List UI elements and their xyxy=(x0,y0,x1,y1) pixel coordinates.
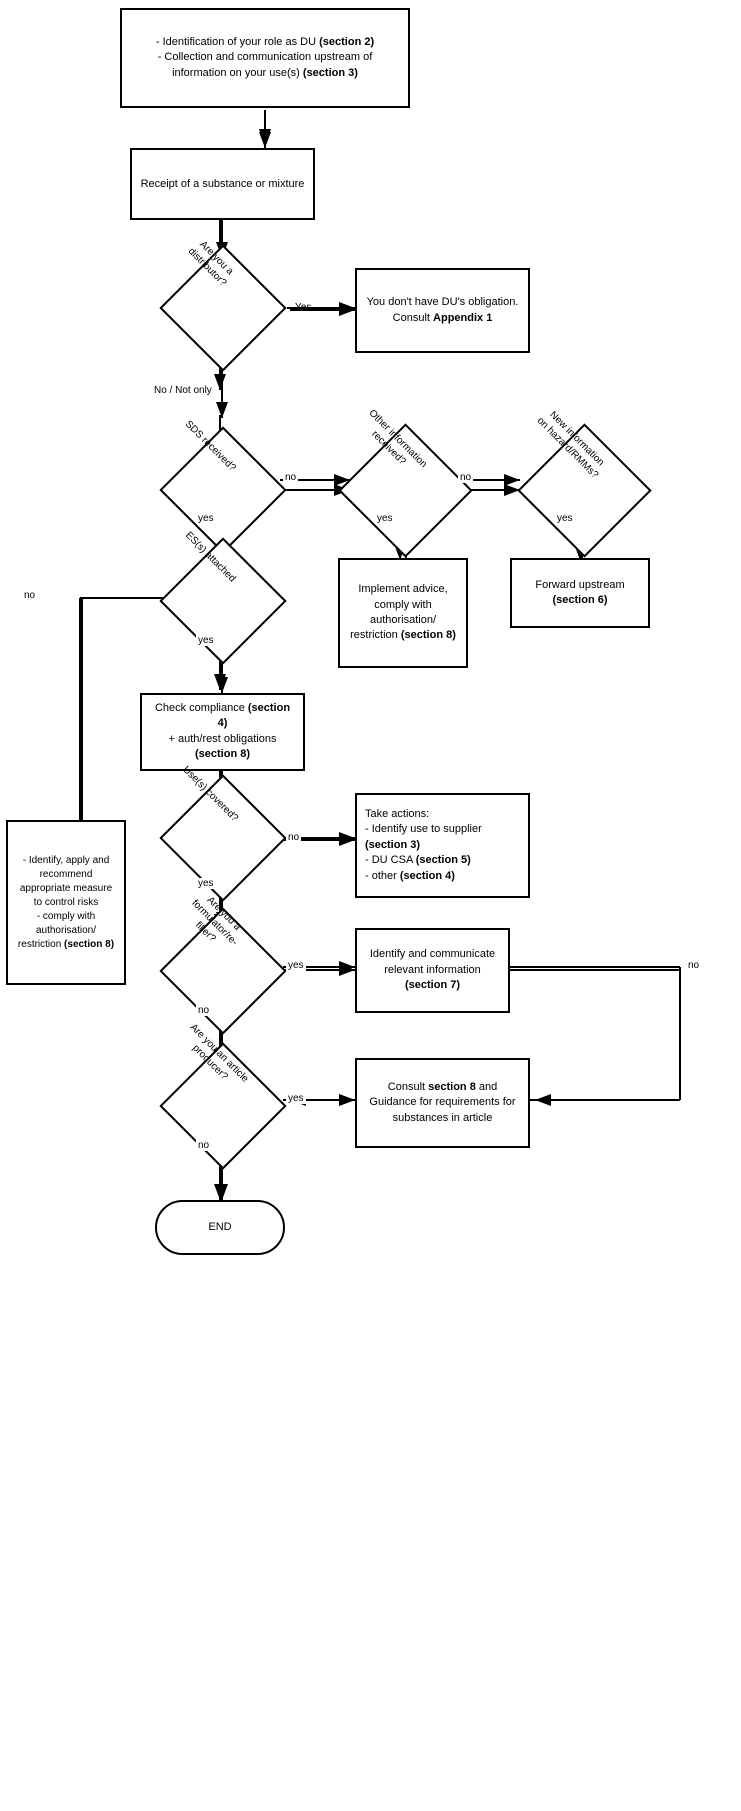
other-info-diamond-wrap: Other information received? xyxy=(318,440,493,540)
top-info-section3: (section 3) xyxy=(303,67,358,79)
top-info-box: - Identification of your role as DU (sec… xyxy=(120,8,410,108)
receipt-text: Receipt of a substance or mixture xyxy=(141,177,305,191)
other-info-no-label: no xyxy=(458,472,473,483)
flowchart: - Identification of your role as DU (sec… xyxy=(0,0,741,1811)
consult-text1: Consult xyxy=(388,1081,428,1093)
end-text: END xyxy=(208,1220,231,1234)
distributor-label: Are you a distributor? xyxy=(174,225,249,300)
distributor-diamond-wrap: Are you a distributor? xyxy=(140,258,305,358)
end-box: END xyxy=(155,1200,285,1255)
communicate-section7: (section 7) xyxy=(405,979,460,991)
communicate-text: Identify and communicate relevant inform… xyxy=(370,948,495,975)
identify-section8: (section 8) xyxy=(64,939,114,950)
identify-communicate-box: Identify and communicate relevant inform… xyxy=(355,928,510,1013)
sds-diamond-wrap: SDS received? xyxy=(140,440,305,540)
article-diamond: Are you an article producer? xyxy=(159,1042,286,1169)
no-du-obligation-box: You don't have DU's obligation. Consult … xyxy=(355,268,530,353)
article-no-label: no xyxy=(196,1140,211,1151)
sds-yes-label: yes xyxy=(196,513,216,524)
no-not-only-label: No / Not only xyxy=(152,385,214,396)
other-info-yes-label: yes xyxy=(375,513,395,524)
sds-no-label: no xyxy=(283,472,298,483)
take-actions-box: Take actions: - Identify use to supplier… xyxy=(355,793,530,898)
take-actions-title: Take actions: xyxy=(365,808,429,820)
top-info-line1: - Identification of your role as DU xyxy=(156,36,319,48)
formulator-diamond-wrap: Are you a formulator/re-filler? xyxy=(140,918,305,1023)
check-compliance-box: Check compliance (section 4) + auth/rest… xyxy=(140,693,305,771)
article-yes-label: yes xyxy=(286,1093,306,1104)
consult-section8: section 8 xyxy=(428,1081,476,1093)
uses-covered-diamond: Use(s) covered? xyxy=(159,774,286,901)
take-section3: (section 3) xyxy=(365,839,420,851)
uses-yes-label: yes xyxy=(196,878,216,889)
article-diamond-wrap: Are you an article producer? xyxy=(140,1053,305,1158)
uses-no-label: no xyxy=(286,832,301,843)
new-info-diamond-wrap: New information on hazard/RMMs? xyxy=(497,440,672,540)
other-info-diamond: Other information received? xyxy=(338,423,472,557)
es-yes-label: yes xyxy=(196,635,216,646)
uses-covered-label: Use(s) covered? xyxy=(177,761,243,827)
check-text1: Check compliance xyxy=(155,702,248,714)
appendix1-text: Appendix 1 xyxy=(433,312,492,324)
take-actions-line2: - DU CSA xyxy=(365,854,416,866)
new-info-label: New information on hazard/RMMs? xyxy=(533,403,611,481)
identify-apply-box: - Identify, apply and recommend appropri… xyxy=(6,820,126,985)
es-diamond: ES(s) attached xyxy=(159,537,286,664)
sds-diamond: SDS received? xyxy=(159,426,286,553)
take-actions-line1: - Identify use to supplier xyxy=(365,823,482,835)
es-no-label: no xyxy=(22,590,37,601)
identify-text1: - Identify, apply and recommend appropri… xyxy=(20,855,112,908)
forward-upstream-box: Forward upstream (section 6) xyxy=(510,558,650,628)
formulator-no-label: no xyxy=(196,1005,211,1016)
receipt-box: Receipt of a substance or mixture xyxy=(130,148,315,220)
es-diamond-wrap: ES(s) attached xyxy=(140,548,305,653)
distributor-diamond: Are you a distributor? xyxy=(159,244,286,371)
article-label: Are you an article producer? xyxy=(177,1020,252,1095)
implement-section8: (section 8) xyxy=(401,629,456,641)
take-section5: (section 5) xyxy=(416,854,471,866)
distributor-yes-label: Yes xyxy=(295,302,311,313)
communicate-no-label: no xyxy=(686,960,701,971)
new-info-yes-label: yes xyxy=(555,513,575,524)
check-section8: (section 8) xyxy=(195,748,250,760)
formulator-diamond: Are you a formulator/re-filler? xyxy=(159,907,286,1034)
uses-covered-diamond-wrap: Use(s) covered? xyxy=(140,785,305,890)
formulator-yes-label: yes xyxy=(286,960,306,971)
forward-section6: (section 6) xyxy=(552,594,607,606)
sds-label: SDS received? xyxy=(177,413,243,479)
consult-box: Consult section 8 and Guidance for requi… xyxy=(355,1058,530,1148)
top-info-section2: (section 2) xyxy=(319,36,374,48)
new-info-diamond: New information on hazard/RMMs? xyxy=(517,423,651,557)
implement-advice-box: Implement advice, comply with authorisat… xyxy=(338,558,468,668)
check-text2: + auth/rest obligations xyxy=(169,733,277,745)
take-section4: (section 4) xyxy=(400,870,455,882)
forward-text: Forward upstream xyxy=(535,579,624,591)
other-info-label: Other information received? xyxy=(354,403,432,481)
take-actions-line3: - other xyxy=(365,870,400,882)
